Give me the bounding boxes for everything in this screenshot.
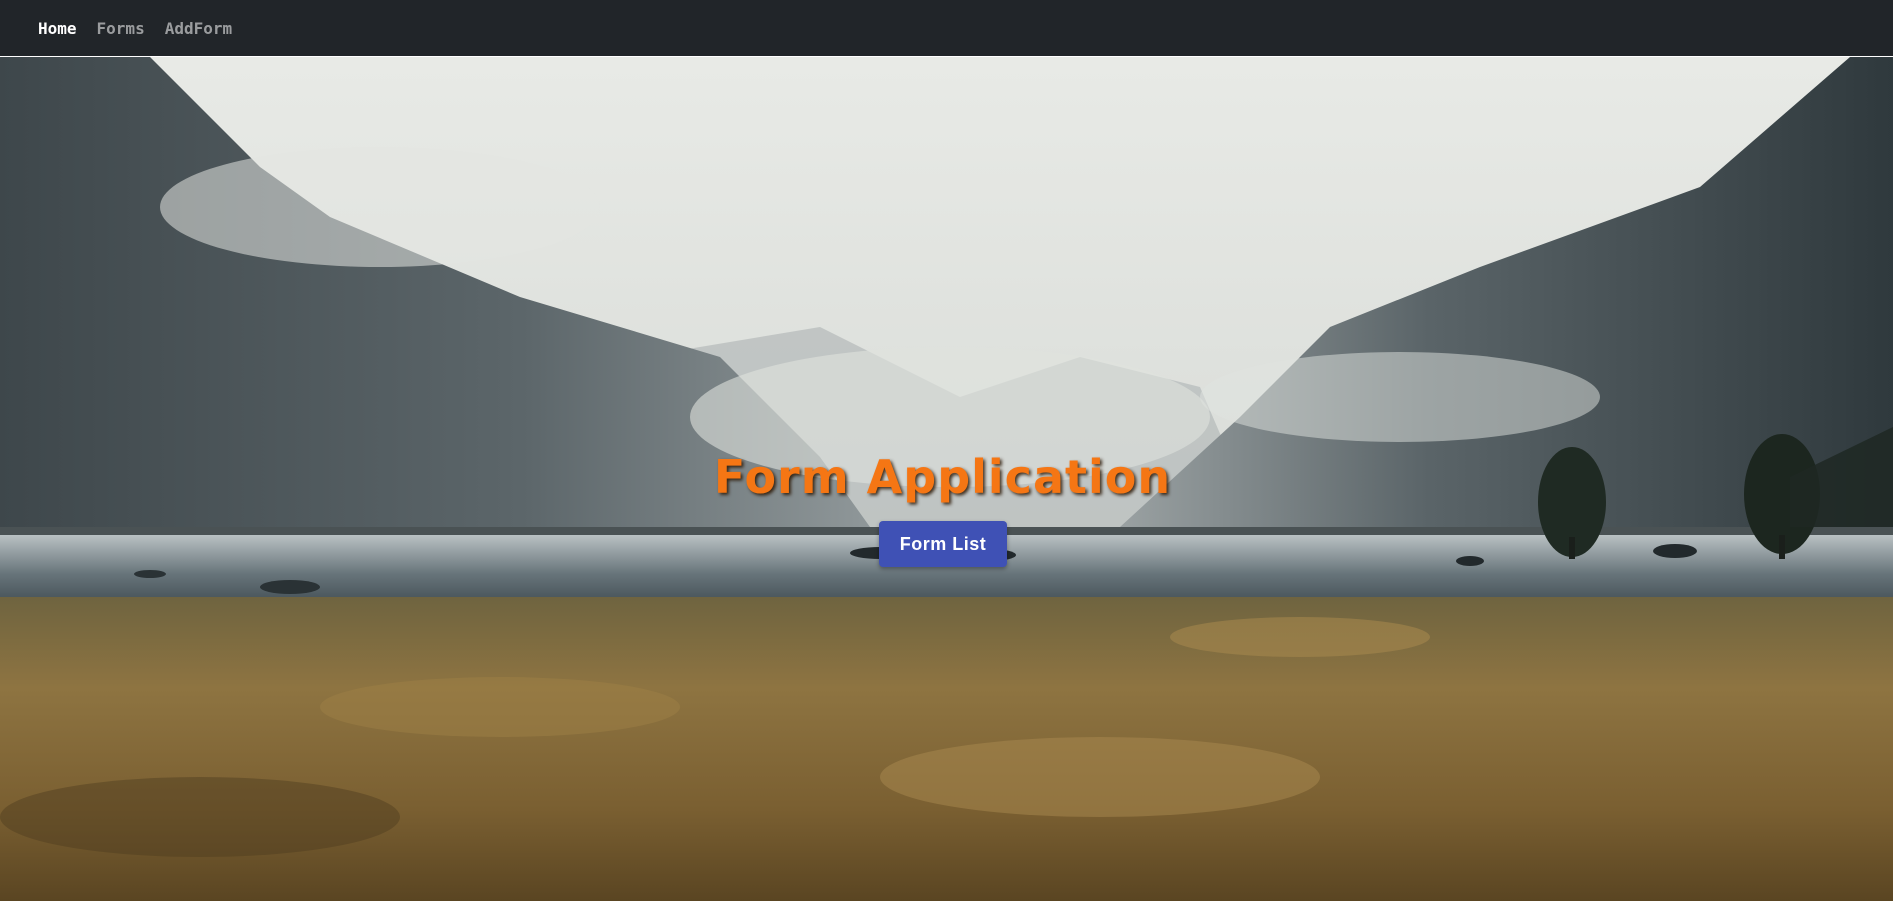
- hero-section: Form Application Form List: [0, 57, 1893, 901]
- hero-title: Form Application: [713, 450, 1172, 504]
- top-navbar: Home Forms AddForm: [0, 0, 1895, 56]
- form-list-button[interactable]: Form List: [879, 521, 1007, 567]
- nav-link-forms[interactable]: Forms: [97, 19, 145, 38]
- nav-link-home[interactable]: Home: [38, 19, 77, 38]
- nav-link-addform[interactable]: AddForm: [165, 19, 232, 38]
